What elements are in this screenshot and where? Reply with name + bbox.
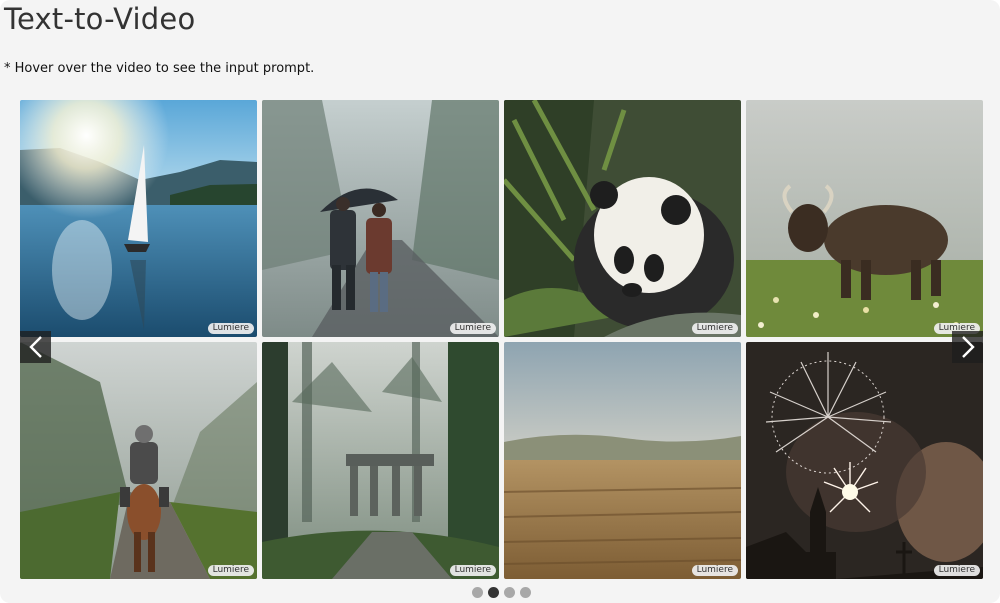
sailboat-video-thumbnail bbox=[20, 100, 257, 337]
pagination-dot-3[interactable] bbox=[504, 587, 515, 598]
pagination-dot-1[interactable] bbox=[472, 587, 483, 598]
panda-video-thumbnail bbox=[504, 100, 741, 337]
video-tile-fireworks-church[interactable]: Lumiere bbox=[746, 342, 983, 579]
lumiere-badge: Lumiere bbox=[691, 565, 738, 576]
carousel-prev-button[interactable] bbox=[20, 331, 51, 363]
video-tile-wheat-field[interactable]: Lumiere bbox=[504, 342, 741, 579]
lumiere-badge: Lumiere bbox=[207, 323, 254, 334]
carousel-pagination bbox=[472, 587, 531, 598]
video-tile-sailboat[interactable]: Lumiere bbox=[20, 100, 257, 337]
carousel-next-button[interactable] bbox=[952, 331, 983, 363]
lumiere-badge: Lumiere bbox=[449, 323, 496, 334]
video-tile-panda[interactable]: Lumiere bbox=[504, 100, 741, 337]
lumiere-badge: Lumiere bbox=[933, 565, 980, 576]
yak-video-thumbnail bbox=[746, 100, 983, 337]
lumiere-badge: Lumiere bbox=[207, 565, 254, 576]
chevron-right-icon bbox=[961, 336, 975, 358]
video-tile-couple-umbrella[interactable]: Lumiere bbox=[262, 100, 499, 337]
pagination-dot-4[interactable] bbox=[520, 587, 531, 598]
lumiere-badge: Lumiere bbox=[449, 565, 496, 576]
hover-note: * Hover over the video to see the input … bbox=[4, 61, 315, 76]
knight-horse-video-thumbnail bbox=[20, 342, 257, 579]
video-tile-yak[interactable]: Lumiere bbox=[746, 100, 983, 337]
couple-umbrella-video-thumbnail bbox=[262, 100, 499, 337]
video-tile-forest-ruins[interactable]: Lumiere bbox=[262, 342, 499, 579]
video-grid: Lumiere Lumiere Lumiere Lumiere Lumiere … bbox=[20, 100, 984, 580]
chevron-left-icon bbox=[28, 336, 42, 358]
video-tile-knight-horse[interactable]: Lumiere bbox=[20, 342, 257, 579]
section-title: Text-to-Video bbox=[4, 2, 196, 36]
lumiere-badge: Lumiere bbox=[691, 323, 738, 334]
forest-ruins-video-thumbnail bbox=[262, 342, 499, 579]
fireworks-church-video-thumbnail bbox=[746, 342, 983, 579]
text-to-video-section: Text-to-Video * Hover over the video to … bbox=[0, 0, 1000, 603]
pagination-dot-2[interactable] bbox=[488, 587, 499, 598]
wheat-field-video-thumbnail bbox=[504, 342, 741, 579]
